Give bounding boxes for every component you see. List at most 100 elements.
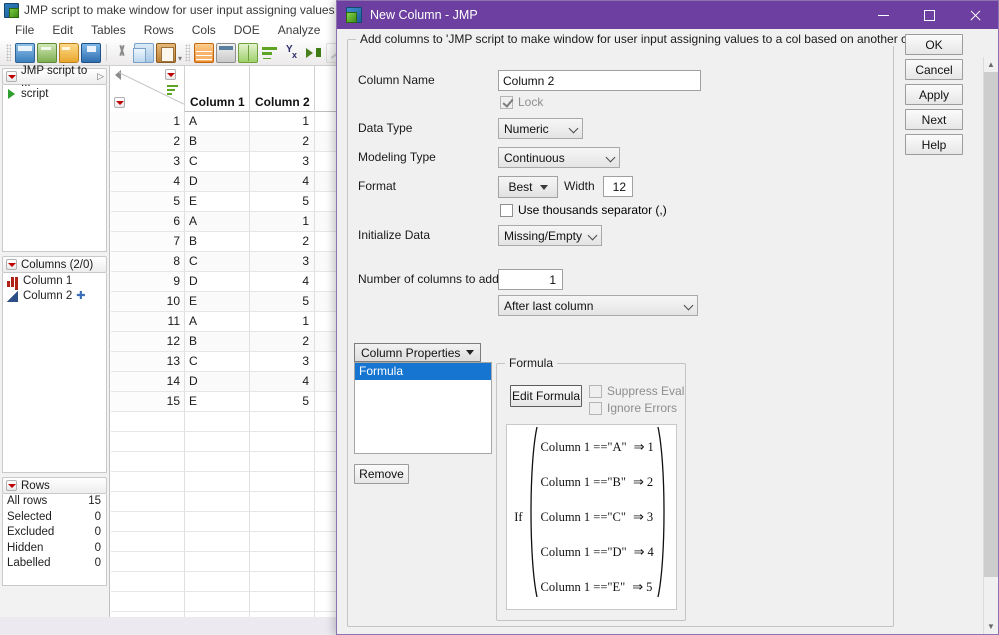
data-table-icon[interactable] — [194, 43, 214, 63]
next-button[interactable]: Next — [905, 109, 963, 130]
column-name-input[interactable] — [498, 70, 701, 91]
calculator-icon[interactable] — [216, 43, 236, 63]
maximize-button[interactable] — [906, 1, 952, 29]
table-panel-header[interactable]: JMP script to ... ▷ — [2, 68, 107, 85]
remove-button[interactable]: Remove — [354, 464, 409, 484]
row-number[interactable]: 2 — [111, 132, 185, 151]
column-list-item-column-1[interactable]: Column 1 — [3, 273, 106, 288]
cell-column-2[interactable]: 3 — [250, 152, 315, 171]
row-number[interactable]: 13 — [111, 352, 185, 371]
columns-panel-header[interactable]: Columns (2/0) — [2, 256, 107, 273]
cell-column-1[interactable]: E — [185, 292, 250, 311]
cell-column-1[interactable]: B — [185, 232, 250, 251]
open-file-icon[interactable] — [59, 43, 79, 63]
copy-icon[interactable] — [134, 43, 154, 63]
row-number[interactable]: 4 — [111, 172, 185, 191]
suppress-eval-checkbox[interactable]: Suppress Eval — [589, 384, 684, 398]
distribution-icon[interactable] — [260, 43, 280, 63]
cut-icon[interactable] — [112, 43, 132, 63]
table-row-empty[interactable] — [111, 532, 336, 552]
new-data-table-icon[interactable] — [15, 43, 35, 63]
list-item-formula[interactable]: Formula — [355, 363, 491, 380]
cell-column-2[interactable]: 2 — [250, 232, 315, 251]
toolbar-overflow-icon[interactable]: ▾ — [178, 54, 182, 63]
cell-column-2[interactable]: 2 — [250, 132, 315, 151]
row-number[interactable]: 10 — [111, 292, 185, 311]
table-row[interactable]: 13C3 — [111, 352, 336, 372]
menu-item-cols[interactable]: Cols — [183, 23, 225, 37]
format-button[interactable]: Best — [498, 176, 558, 198]
table-row[interactable]: 1A1 — [111, 112, 336, 132]
cell-column-1[interactable]: A — [185, 312, 250, 331]
data-type-select[interactable]: Numeric — [498, 118, 583, 139]
column-list-item-column-2[interactable]: Column 2 ✚ — [3, 288, 106, 303]
thousands-separator-checkbox[interactable]: Use thousands separator (,) — [500, 203, 667, 217]
grid-corner-cell[interactable] — [111, 66, 185, 112]
table-row[interactable]: 4D4 — [111, 172, 336, 192]
menu-item-edit[interactable]: Edit — [43, 23, 82, 37]
run-script-play-icon[interactable] — [8, 89, 15, 99]
cell-column-2[interactable]: 2 — [250, 332, 315, 351]
table-row-empty[interactable] — [111, 452, 336, 472]
row-number[interactable]: 1 — [111, 112, 185, 131]
cell-column-1[interactable]: C — [185, 152, 250, 171]
cell-column-1[interactable]: B — [185, 132, 250, 151]
apply-button[interactable]: Apply — [905, 84, 963, 105]
cancel-button[interactable]: Cancel — [905, 59, 963, 80]
row-number[interactable]: 14 — [111, 372, 185, 391]
red-triangle-icon[interactable] — [6, 71, 17, 82]
columns-menu-triangle-icon[interactable] — [165, 69, 176, 80]
cell-column-1[interactable]: C — [185, 352, 250, 371]
red-triangle-icon-rows[interactable] — [6, 480, 17, 491]
scroll-up-icon[interactable]: ▲ — [984, 57, 998, 72]
data-grid-rows[interactable]: 1A12B23C34D45E56A17B28C39D410E511A112B21… — [111, 112, 336, 635]
table-row[interactable]: 6A1 — [111, 212, 336, 232]
red-triangle-icon-columns[interactable] — [6, 259, 17, 270]
grid-column-header-2[interactable]: Column 2 — [251, 66, 315, 112]
dialog-scrollbar[interactable]: ▲ ▼ — [983, 57, 998, 634]
table-row-empty[interactable] — [111, 492, 336, 512]
row-number[interactable]: 11 — [111, 312, 185, 331]
edit-formula-button[interactable]: Edit Formula — [510, 385, 582, 407]
table-row-empty[interactable] — [111, 512, 336, 532]
table-row[interactable]: 11A1 — [111, 312, 336, 332]
cell-column-1[interactable]: A — [185, 112, 250, 131]
row-number[interactable]: 3 — [111, 152, 185, 171]
table-row-empty[interactable] — [111, 592, 336, 612]
grid-column-header-1[interactable]: Column 1 — [186, 66, 250, 112]
modeling-type-select[interactable]: Continuous — [498, 147, 620, 168]
cell-column-2[interactable]: 1 — [250, 112, 315, 131]
cell-column-1[interactable]: C — [185, 252, 250, 271]
table-row[interactable]: 15E5 — [111, 392, 336, 412]
table-row[interactable]: 8C3 — [111, 252, 336, 272]
fit-y-by-x-icon[interactable] — [282, 43, 302, 63]
menu-item-file[interactable]: File — [6, 23, 43, 37]
column-properties-list[interactable]: Formula — [354, 362, 492, 454]
row-number[interactable]: 6 — [111, 212, 185, 231]
cell-column-1[interactable]: B — [185, 332, 250, 351]
row-number[interactable]: 15 — [111, 392, 185, 411]
paste-icon[interactable] — [156, 43, 176, 63]
table-row[interactable]: 2B2 — [111, 132, 336, 152]
table-row[interactable]: 12B2 — [111, 332, 336, 352]
table-row-empty[interactable] — [111, 412, 336, 432]
width-input[interactable] — [603, 176, 633, 197]
close-button[interactable] — [952, 1, 998, 29]
table-row-empty[interactable] — [111, 552, 336, 572]
table-row[interactable]: 14D4 — [111, 372, 336, 392]
menu-item-tables[interactable]: Tables — [82, 23, 135, 37]
scrollbar-thumb[interactable] — [984, 72, 998, 577]
cell-column-2[interactable]: 4 — [250, 272, 315, 291]
cell-column-2[interactable]: 4 — [250, 372, 315, 391]
ok-button[interactable]: OK — [905, 34, 963, 55]
menu-item-analyze[interactable]: Analyze — [269, 23, 330, 37]
row-number[interactable]: 7 — [111, 232, 185, 251]
toolbar-grip-2[interactable] — [185, 44, 190, 61]
cell-column-2[interactable]: 5 — [250, 392, 315, 411]
cell-column-1[interactable]: D — [185, 272, 250, 291]
table-row-empty[interactable] — [111, 432, 336, 452]
rows-menu-triangle-icon[interactable] — [114, 97, 125, 108]
save-file-icon[interactable] — [81, 43, 101, 63]
cell-column-1[interactable]: D — [185, 372, 250, 391]
cell-column-1[interactable]: D — [185, 172, 250, 191]
